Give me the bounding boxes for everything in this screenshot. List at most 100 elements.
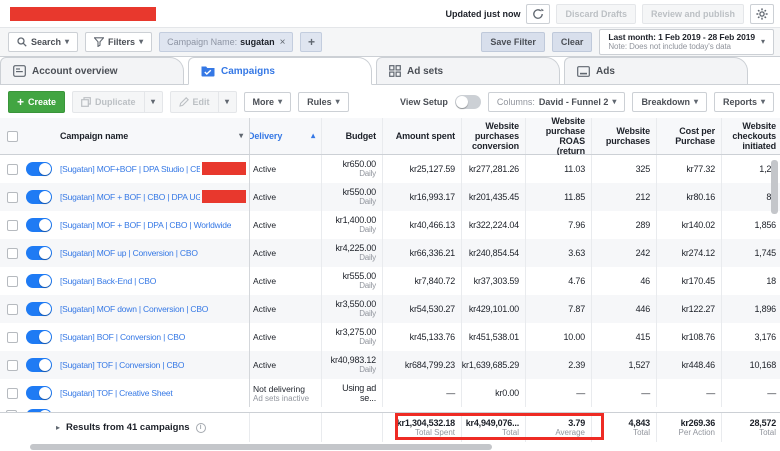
ads-manager-window: Updated just now Discard Drafts Review a… [0,0,780,451]
more-button[interactable]: More ▾ [244,92,292,112]
campaign-toggle[interactable] [24,267,54,295]
breakdown-button[interactable]: Breakdown ▾ [632,92,707,112]
campaign-toggle[interactable] [24,183,54,211]
save-filter-button[interactable]: Save Filter [481,32,545,52]
totals-amount-spent: kr1,304,532.18Total Spent [383,413,462,442]
amount-spent-cell: kr7,840.72 [383,267,462,295]
campaign-toggle[interactable] [24,295,54,323]
settings-button[interactable] [750,4,774,24]
create-button[interactable]: + Create [8,91,65,113]
discard-drafts-button[interactable]: Discard Drafts [556,4,636,24]
campaign-toggle[interactable] [24,379,54,407]
header-budget[interactable]: Budget [322,118,383,154]
website-purchases-cell: 289 [592,211,657,239]
reports-button[interactable]: Reports ▾ [714,92,774,112]
select-all-checkbox[interactable] [0,118,24,154]
plus-icon: + [17,96,24,108]
website-purchases-cell: 415 [592,323,657,351]
campaign-name-link[interactable]: [Sugatan] MOF + BOF | DPA | CBO | Worldw… [60,220,231,230]
tab-ads[interactable]: Ads [564,57,748,84]
roas-cell: 3.63 [526,239,592,267]
date-range-selector[interactable]: Last month: 1 Feb 2019 - 28 Feb 2019 Not… [599,29,774,55]
clear-filter-button[interactable]: Clear [552,32,593,52]
chevron-down-icon: ▾ [151,98,155,106]
header-website-checkouts-initiated[interactable]: Website checkouts initiated [722,118,780,154]
expand-results-icon[interactable]: ▸ [56,423,60,432]
filter-chip-campaign-name[interactable]: Campaign Name: sugatan × [159,32,293,52]
header-website-purchase-roas[interactable]: Website purchase ROAS (return [526,118,592,154]
add-filter-button[interactable]: + [300,32,322,52]
campaign-toggle[interactable] [24,239,54,267]
chevron-down-icon: ▾ [761,98,765,106]
pencil-icon [179,97,189,107]
duplicate-caret-button[interactable]: ▾ [145,91,163,113]
rules-button[interactable]: Rules ▾ [298,92,349,112]
campaign-name-link[interactable]: [Sugatan] Back-End | CBO [60,276,156,286]
filters-button[interactable]: Filters ▾ [85,32,152,52]
campaign-name-link[interactable]: [Sugatan] TOF | Conversion | CBO [60,360,184,370]
roas-cell: 11.85 [526,183,592,211]
row-checkbox[interactable] [0,351,24,379]
table-row: [Sugatan] TOF | Conversion | CBO Active … [0,351,780,379]
campaign-toggle[interactable] [24,351,54,379]
totals-purchases-conversion: kr4,949,076...Total [462,413,526,442]
campaign-name-link[interactable]: [Sugatan] MOF + BOF | CBO | DPA UGC | [60,192,200,202]
row-checkbox[interactable] [0,183,24,211]
row-checkbox[interactable] [0,295,24,323]
edit-caret-button[interactable]: ▾ [219,91,237,113]
duplicate-icon [81,97,91,107]
campaign-toggle[interactable] [24,211,54,239]
amount-spent-cell: kr25,127.59 [383,155,462,183]
chevron-down-icon: ▾ [612,98,616,106]
tab-ad-sets[interactable]: Ad sets [376,57,560,84]
campaign-name-link[interactable]: [Sugatan] MOF up | Conversion | CBO [60,248,198,258]
campaign-toggle[interactable] [24,155,54,183]
date-range-value: Last month: 1 Feb 2019 - 28 Feb 2019 [608,32,755,42]
campaign-name-link[interactable]: [Sugatan] BOF | Conversion | CBO [60,332,185,342]
budget-cell: kr650.00Daily [322,155,383,183]
header-website-purchases[interactable]: Website purchases [592,118,657,154]
horizontal-scrollbar-thumb[interactable] [30,444,492,450]
header-cost-per-purchase[interactable]: Cost per Purchase [657,118,722,154]
search-button[interactable]: Search ▾ [8,32,78,52]
purchases-conversion-cell: kr1,639,685.29 [462,351,526,379]
campaign-name-link[interactable]: [Sugatan] MOF+BOF | DPA Studio | CBO | [60,164,200,174]
sort-asc-icon: ▴ [311,131,315,141]
remove-filter-icon[interactable]: × [280,37,286,48]
tab-campaigns[interactable]: Campaigns [188,57,372,85]
info-icon[interactable]: i [196,423,206,433]
roas-cell: 7.96 [526,211,592,239]
cost-per-purchase-cell: kr122.27 [657,295,722,323]
duplicate-button[interactable]: Duplicate [72,91,145,113]
vertical-scrollbar-thumb[interactable] [771,160,778,214]
row-checkbox[interactable] [0,267,24,295]
edit-button[interactable]: Edit [170,91,219,113]
delivery-cell: Not deliveringAd sets inactive [250,379,322,407]
website-purchases-cell: 446 [592,295,657,323]
view-setup-toggle[interactable] [455,95,481,109]
header-website-purchases-conversion[interactable]: Website purchases conversion [462,118,526,154]
campaign-name-link[interactable]: [Sugatan] TOF | Creative Sheet [60,388,173,398]
row-checkbox[interactable] [0,211,24,239]
review-publish-button[interactable]: Review and publish [642,4,744,24]
budget-cell: kr1,400.00Daily [322,211,383,239]
header-campaign-name[interactable]: Campaign name▾ [54,118,250,154]
row-checkbox[interactable] [0,323,24,351]
budget-cell: kr3,550.00Daily [322,295,383,323]
header-delivery[interactable]: Delivery▴ [250,118,322,154]
header-amount-spent[interactable]: Amount spent [383,118,462,154]
tab-account-overview[interactable]: Account overview [0,57,184,84]
chevron-down-icon: ▾ [694,98,698,106]
campaign-toggle[interactable] [24,323,54,351]
columns-button[interactable]: Columns: David - Funnel 2 ▾ [488,92,626,112]
row-checkbox[interactable] [0,379,24,407]
row-checkbox[interactable] [0,155,24,183]
checkouts-initiated-cell: 1,745 [722,239,780,267]
refresh-button[interactable] [526,4,550,24]
level-tabs: Account overview Campaigns Ad sets Ads [0,57,780,85]
table-row: [Sugatan] Back-End | CBO Active kr555.00… [0,267,780,295]
chevron-down-icon: ▾ [65,38,69,46]
table-row: [Sugatan] MOF down | Conversion | CBO Ac… [0,295,780,323]
campaign-name-link[interactable]: [Sugatan] MOF down | Conversion | CBO [60,304,208,314]
row-checkbox[interactable] [0,239,24,267]
